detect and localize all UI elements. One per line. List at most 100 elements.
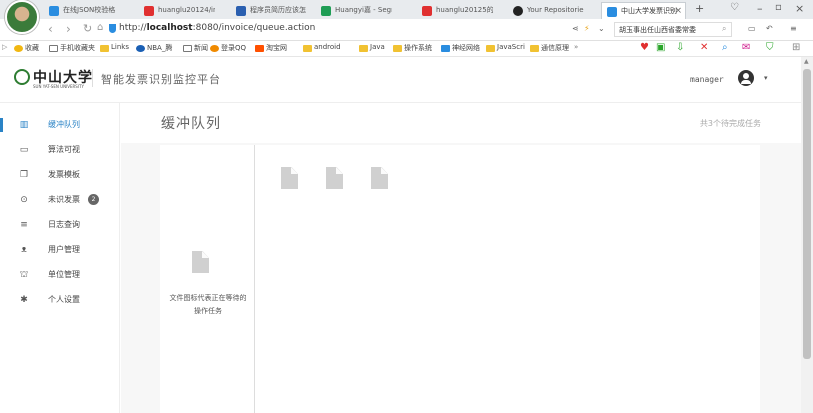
- restore-button[interactable]: ▫: [775, 2, 782, 13]
- bookmarks-bar: ▷ 收藏 手机收藏夹 Links NBA_腾 新闻 登录QQ 淘宝网 andro…: [0, 41, 813, 57]
- tab-favicon-icon: [321, 6, 331, 16]
- bookmark-item[interactable]: NBA_腾: [136, 43, 172, 53]
- address-bar: ‹ › ↻ ⌂ http://localhost:8080/invoice/qu…: [0, 19, 813, 41]
- bookmark-item[interactable]: android: [303, 43, 341, 52]
- folder-icon: [441, 45, 450, 52]
- username-label[interactable]: manager: [690, 75, 724, 84]
- browser-tab[interactable]: 程序员简历应该怎: [231, 2, 307, 19]
- sidebar-item-buffer-queue[interactable]: ▥ 缓冲队列: [0, 113, 120, 137]
- bookmark-item[interactable]: JavaScri: [486, 43, 525, 52]
- sidebar-item-user-management[interactable]: ᴥ 用户管理: [0, 238, 120, 262]
- sidebar-item-algorithm-visual[interactable]: ▭ 算法可视: [0, 138, 120, 162]
- legend-column: 文件图标代表正在等待的操作任务: [160, 145, 255, 413]
- sidebar-item-unrecognized-invoice[interactable]: ⊙ 未识发票 2: [0, 188, 120, 212]
- bookmark-item[interactable]: Links: [100, 43, 129, 52]
- sidebar-item-personal-settings[interactable]: ✱ 个人设置: [0, 288, 120, 312]
- page-scrollbar[interactable]: ▲: [801, 57, 813, 413]
- chevron-down-icon[interactable]: ▾: [764, 74, 768, 82]
- page-icon: [183, 45, 192, 52]
- back-button[interactable]: ‹: [48, 22, 53, 36]
- browser-tab-active[interactable]: 中山大学发票识别 ×: [601, 2, 686, 19]
- legend-text: 文件图标代表正在等待的操作任务: [169, 294, 247, 315]
- dropdown-icon[interactable]: ⌄: [598, 24, 605, 33]
- browser-tab[interactable]: Your Repositorie: [508, 2, 584, 19]
- scrollbar-thumb[interactable]: [803, 69, 811, 359]
- folder-icon: [486, 45, 495, 52]
- sidebar-toggle-icon[interactable]: ▭: [748, 24, 756, 33]
- taobao-icon: [255, 45, 264, 52]
- sidebar-item-invoice-template[interactable]: ❐ 发票模板: [0, 163, 120, 187]
- bookmark-item[interactable]: 淘宝网: [255, 43, 287, 53]
- queued-task-file-icon[interactable]: [326, 167, 343, 189]
- sidebar-item-log-query[interactable]: ≡ 日志查询: [0, 213, 120, 237]
- user-avatar-icon[interactable]: [738, 70, 754, 86]
- bookmark-item[interactable]: 收藏: [14, 43, 39, 53]
- bookmark-item[interactable]: 登录QQ: [210, 43, 246, 53]
- tab-favicon-icon: [607, 7, 617, 17]
- file-icon: [192, 251, 209, 273]
- folder-icon: [359, 45, 368, 52]
- shield-icon[interactable]: ⛉: [766, 42, 774, 53]
- download-icon[interactable]: ⇩: [676, 42, 684, 53]
- heart-icon[interactable]: ♥: [640, 42, 649, 53]
- undo-icon[interactable]: ↶: [766, 24, 773, 33]
- bookmark-item[interactable]: 手机收藏夹: [49, 43, 95, 53]
- main-content: 缓冲队列 共3个待完成任务 文件图标代表正在等待的操作任务: [121, 103, 801, 413]
- university-logo-subtitle: SUN YAT-SEN UNIVERSITY: [33, 84, 84, 89]
- new-tab-button[interactable]: +: [695, 2, 704, 15]
- sidebar: ▥ 缓冲队列 ▭ 算法可视 ❐ 发票模板 ⊙ 未识发票 2 ≡ 日志查询 ᴥ 用户…: [0, 103, 120, 413]
- qq-icon: [210, 45, 219, 52]
- top-navbar: 中山大学 SUN YAT-SEN UNIVERSITY 智能发票识别监控平台 m…: [0, 57, 801, 103]
- star-icon: [14, 45, 23, 52]
- lightning-icon[interactable]: ⚡: [584, 24, 590, 33]
- content-header: 缓冲队列 共3个待完成任务: [121, 103, 801, 143]
- bar-chart-icon: ▥: [19, 120, 29, 130]
- sidebar-item-unit-management[interactable]: ⛫ 单位管理: [0, 263, 120, 287]
- browser-tab[interactable]: 在线JSON校验格: [44, 2, 120, 19]
- menu-icon[interactable]: ≡: [790, 24, 797, 33]
- search-input[interactable]: 胡玉事出任山西省委常委: [614, 22, 732, 37]
- bookmark-item[interactable]: 神经网络: [441, 43, 480, 53]
- magnifier-icon[interactable]: ⌕: [722, 42, 728, 53]
- close-tab-icon[interactable]: ×: [674, 3, 682, 19]
- browser-tab[interactable]: huanglu20125的: [417, 2, 493, 19]
- browser-tab[interactable]: Huangyi嘉 - Segn: [316, 2, 392, 19]
- university-seal-icon: [14, 69, 30, 85]
- gear-icon: ✱: [20, 295, 28, 305]
- close-window-button[interactable]: ×: [795, 2, 804, 15]
- tab-favicon-icon: [422, 6, 432, 16]
- copy-icon: ❐: [19, 170, 29, 180]
- reload-button[interactable]: ↻: [83, 22, 92, 35]
- home-button[interactable]: ⌂: [97, 22, 103, 33]
- minimize-button[interactable]: –: [757, 2, 763, 15]
- github-icon: [513, 6, 523, 16]
- list-icon: ≡: [20, 220, 28, 230]
- tab-favicon-icon: [49, 6, 59, 16]
- platform-title: 智能发票识别监控平台: [101, 73, 221, 86]
- queued-task-file-icon[interactable]: [281, 167, 298, 189]
- more-bookmarks-button[interactable]: »: [574, 43, 578, 51]
- weibo-icon[interactable]: ▣: [656, 42, 665, 53]
- folder-icon: [530, 45, 539, 52]
- close-ad-icon[interactable]: ✕: [700, 42, 708, 53]
- security-shield-icon: [109, 24, 116, 33]
- skin-icon[interactable]: ♡: [730, 2, 739, 13]
- bookmark-item[interactable]: 通信原理: [530, 43, 569, 53]
- monitor-icon: ▭: [19, 145, 29, 155]
- url-field[interactable]: http://localhost:8080/invoice/queue.acti…: [119, 23, 315, 33]
- page-title: 缓冲队列: [161, 116, 221, 132]
- share-icon[interactable]: ⋖: [572, 24, 579, 33]
- search-icon[interactable]: ⌕: [722, 24, 726, 34]
- apps-grid-icon[interactable]: ⊞: [792, 42, 800, 53]
- forward-button[interactable]: ›: [66, 22, 71, 36]
- scroll-up-icon[interactable]: ▲: [804, 58, 809, 65]
- tab-favicon-icon: [144, 6, 154, 16]
- bookmarks-toggle-icon[interactable]: ▷: [2, 43, 7, 51]
- bookmark-item[interactable]: 操作系统: [393, 43, 432, 53]
- bookmark-item[interactable]: Java: [359, 43, 385, 52]
- queued-task-file-icon[interactable]: [371, 167, 388, 189]
- mail-icon[interactable]: ✉: [742, 42, 750, 53]
- browser-logo-icon: [5, 0, 39, 34]
- bookmark-item[interactable]: 新闻: [183, 43, 208, 53]
- browser-tab[interactable]: huanglu20124/in: [139, 2, 215, 19]
